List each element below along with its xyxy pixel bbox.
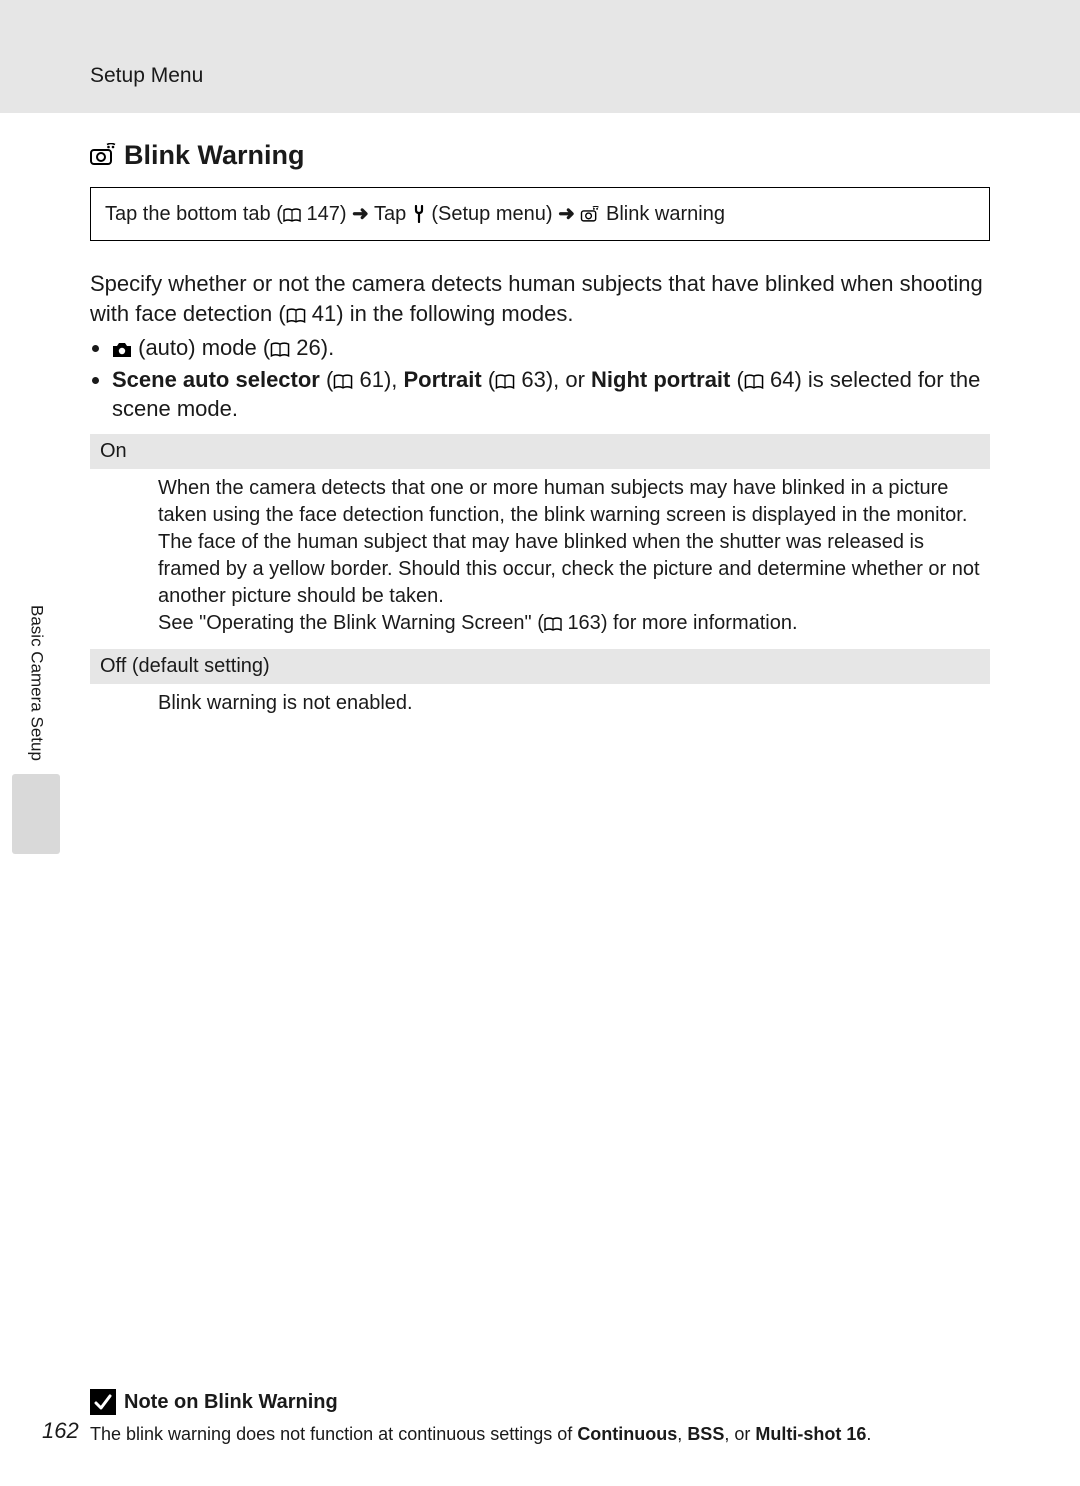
page-ref-icon (270, 342, 290, 358)
header-band: Setup Menu (0, 0, 1080, 113)
option-on-description: When the camera detects that one or more… (90, 469, 990, 643)
blink-warning-icon (90, 143, 116, 167)
arrow-icon: ➜ (352, 203, 369, 225)
desc-text: ) for more information. (601, 612, 798, 634)
list-text: (auto) mode ( (132, 335, 270, 360)
footer-note: Note on Blink Warning The blink warning … (90, 1389, 990, 1446)
note-body: The blink warning does not function at c… (90, 1422, 990, 1446)
mode-bullet-list: (auto) mode ( 26). Scene auto selector (… (90, 333, 990, 424)
note-text-span: , or (724, 1424, 755, 1444)
desc-text: See "Operating the Blink Warning Screen"… (158, 612, 544, 634)
navigation-path-box: Tap the bottom tab ( 147) ➜ Tap (Setup m… (90, 187, 990, 241)
option-off-description: Blink warning is not enabled. (90, 684, 990, 723)
nav-text: Blink warning (606, 203, 725, 225)
side-tab-label: Basic Camera Setup (25, 595, 48, 761)
desc-text: When the camera detects that one or more… (158, 477, 967, 526)
arrow-icon: ➜ (558, 203, 575, 225)
main-content: Blink Warning Tap the bottom tab ( 147) … (0, 113, 1080, 723)
list-ref: 61 (359, 367, 383, 392)
option-on-header: On (90, 434, 990, 469)
list-text: ( (482, 367, 495, 392)
note-text-span: The blink warning does not function at c… (90, 1424, 577, 1444)
wrench-icon (412, 205, 426, 223)
list-ref: 64 (770, 367, 794, 392)
note-text-span: . (866, 1424, 871, 1444)
option-off-header: Off (default setting) (90, 649, 990, 684)
page-ref-icon (283, 208, 301, 223)
list-item: (auto) mode ( 26). (112, 333, 990, 363)
intro-text: ) in the following modes. (336, 301, 573, 326)
manual-page: Setup Menu Blink Warning Tap the bottom … (0, 0, 1080, 1486)
list-text: ), (384, 367, 404, 392)
nav-ref: 147 (306, 203, 339, 225)
page-ref-icon (744, 374, 764, 390)
note-bold: BSS (687, 1424, 724, 1444)
section-title: Blink Warning (90, 137, 990, 173)
nav-text: (Setup menu) (426, 203, 558, 225)
breadcrumb: Setup Menu (90, 62, 203, 90)
bold-mode: Scene auto selector (112, 367, 320, 392)
camera-icon (112, 342, 132, 358)
section-title-text: Blink Warning (124, 137, 305, 173)
intro-ref: 41 (312, 301, 336, 326)
page-ref-icon (333, 374, 353, 390)
page-ref-icon (544, 617, 562, 632)
note-bold: Multi-shot 16 (755, 1424, 866, 1444)
desc-ref: 163 (567, 612, 600, 634)
page-ref-icon (495, 374, 515, 390)
page-number: 162 (42, 1416, 79, 1446)
list-ref: 63 (521, 367, 545, 392)
note-title-row: Note on Blink Warning (90, 1389, 990, 1416)
note-text-span: , (677, 1424, 687, 1444)
desc-text: The face of the human subject that may h… (158, 531, 980, 607)
nav-text: Tap (369, 203, 412, 225)
note-bold: Continuous (577, 1424, 677, 1444)
list-text: ( (320, 367, 333, 392)
nav-text: Tap the bottom tab ( (105, 203, 283, 225)
bold-mode: Portrait (404, 367, 482, 392)
list-text: ( (730, 367, 743, 392)
list-text: ), or (546, 367, 591, 392)
blink-warning-icon (580, 206, 600, 223)
check-icon (90, 1389, 116, 1415)
note-title-text: Note on Blink Warning (124, 1389, 338, 1416)
intro-paragraph: Specify whether or not the camera detect… (90, 269, 990, 328)
bold-mode: Night portrait (591, 367, 730, 392)
page-ref-icon (286, 308, 306, 324)
side-tab-marker (12, 774, 60, 854)
nav-text: ) (340, 203, 352, 225)
list-ref: 26 (296, 335, 320, 360)
list-text: ). (321, 335, 334, 360)
list-item: Scene auto selector ( 61), Portrait ( 63… (112, 365, 990, 424)
